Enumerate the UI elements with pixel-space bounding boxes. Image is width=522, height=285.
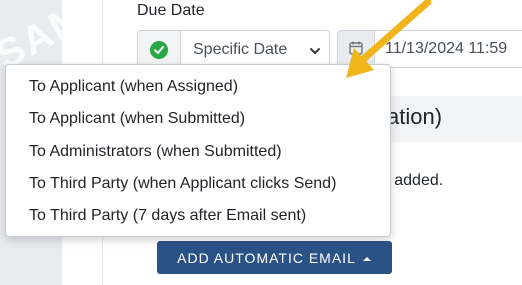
- menu-item-third-party-send[interactable]: To Third Party (when Applicant clicks Se…: [6, 168, 390, 200]
- due-date-mode-value: Specific Date: [193, 41, 288, 58]
- chevron-down-icon: [309, 44, 321, 62]
- menu-item-administrators-submitted[interactable]: To Administrators (when Submitted): [6, 136, 390, 168]
- menu-item-third-party-7-days[interactable]: To Third Party (7 days after Email sent): [6, 200, 390, 232]
- automatic-email-dropdown-menu: To Applicant (when Assigned) To Applican…: [5, 64, 391, 237]
- menu-item-applicant-submitted[interactable]: To Applicant (when Submitted): [6, 103, 390, 135]
- menu-item-applicant-assigned[interactable]: To Applicant (when Assigned): [6, 71, 390, 103]
- due-date-label: Due Date: [137, 2, 205, 19]
- check-circle-icon: [150, 41, 168, 59]
- annotation-arrow-icon: [346, 0, 432, 78]
- due-date-mode-select[interactable]: Specific Date: [180, 30, 330, 68]
- add-automatic-email-button[interactable]: ADD AUTOMATIC EMAIL: [157, 241, 392, 274]
- add-automatic-email-label: ADD AUTOMATIC EMAIL: [177, 249, 356, 266]
- caret-up-icon: [362, 250, 372, 266]
